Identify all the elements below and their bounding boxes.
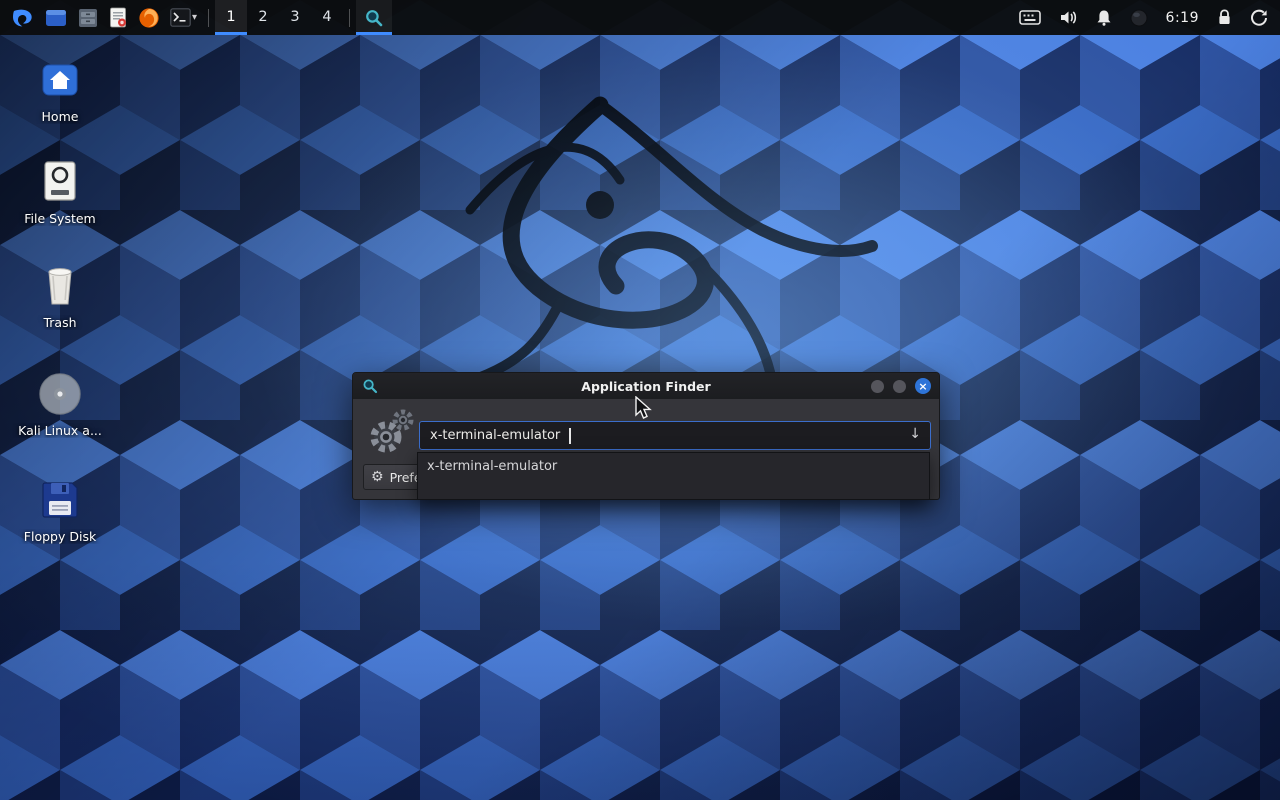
- logout-power-icon[interactable]: [1250, 9, 1268, 27]
- window-titlebar[interactable]: Application Finder ×: [353, 373, 939, 399]
- volume-icon[interactable]: [1059, 9, 1078, 26]
- kali-menu-icon[interactable]: [6, 0, 40, 35]
- workspace-button-3[interactable]: 3: [279, 0, 311, 35]
- firefox-launcher-icon[interactable]: [133, 0, 165, 35]
- maximize-button[interactable]: [893, 380, 906, 393]
- workspace-button-1[interactable]: 1: [215, 0, 247, 35]
- application-finder-icon: [364, 8, 384, 28]
- status-orb-icon[interactable]: [1130, 9, 1148, 27]
- home-icon: [12, 56, 108, 104]
- autocomplete-popup: x-terminal-emulator: [417, 452, 930, 500]
- files-drawer-launcher-icon[interactable]: [72, 0, 104, 35]
- desktop-icon-trash[interactable]: Trash: [12, 262, 108, 330]
- clock[interactable]: 6:19: [1166, 10, 1199, 26]
- desktop-icon-kali-linux[interactable]: Kali Linux a...: [12, 370, 108, 438]
- desktop-icon-label: Floppy Disk: [12, 529, 108, 544]
- search-input-value: x-terminal-emulator: [430, 428, 560, 443]
- terminal-launcher-icon[interactable]: [165, 0, 192, 35]
- workspace-button-4[interactable]: 4: [311, 0, 343, 35]
- notifications-bell-icon[interactable]: [1096, 9, 1112, 26]
- panel-separator: [349, 9, 350, 27]
- desktop-icon-floppy-disk[interactable]: Floppy Disk: [12, 476, 108, 544]
- top-panel: ▾ 1 2 3 4: [0, 0, 1280, 35]
- kali-disc-icon: [12, 370, 108, 418]
- file-system-icon: [12, 158, 108, 206]
- lock-screen-icon[interactable]: [1217, 9, 1232, 26]
- panel-separator: [208, 9, 209, 27]
- suggestion-item[interactable]: x-terminal-emulator: [418, 453, 929, 480]
- window-title: Application Finder: [353, 379, 939, 394]
- terminal-dropdown-caret-icon[interactable]: ▾: [192, 0, 202, 35]
- minimize-button[interactable]: [871, 380, 884, 393]
- taskbar-application-finder-button[interactable]: [356, 0, 392, 35]
- keyboard-indicator-icon[interactable]: [1019, 10, 1041, 25]
- system-tray: 6:19: [1019, 9, 1274, 27]
- desktop-icon-file-system[interactable]: File System: [12, 158, 108, 226]
- desktop-icon-label: File System: [12, 211, 108, 226]
- trash-icon: [12, 262, 108, 310]
- desktop-icon-label: Trash: [12, 315, 108, 330]
- combo-dropdown-arrow-icon[interactable]: ↓: [909, 426, 921, 442]
- gear-icon: ⚙: [371, 469, 384, 485]
- floppy-disk-icon: [12, 476, 108, 524]
- desktop-icon-label: Home: [12, 109, 108, 124]
- search-input[interactable]: x-terminal-emulator ↓: [419, 421, 931, 450]
- workspace-button-2[interactable]: 2: [247, 0, 279, 35]
- close-button[interactable]: ×: [915, 378, 931, 394]
- desktop-icon-home[interactable]: Home: [12, 56, 108, 124]
- text-editor-launcher-icon[interactable]: [104, 0, 133, 35]
- desktop-screen: ▾ 1 2 3 4: [0, 0, 1280, 800]
- window-magnifier-icon: [362, 378, 378, 398]
- preferences-gears-icon: [365, 405, 419, 461]
- desktop-icon-label: Kali Linux a...: [12, 423, 108, 438]
- file-manager-launcher-icon[interactable]: [40, 0, 72, 35]
- text-caret: [569, 428, 571, 444]
